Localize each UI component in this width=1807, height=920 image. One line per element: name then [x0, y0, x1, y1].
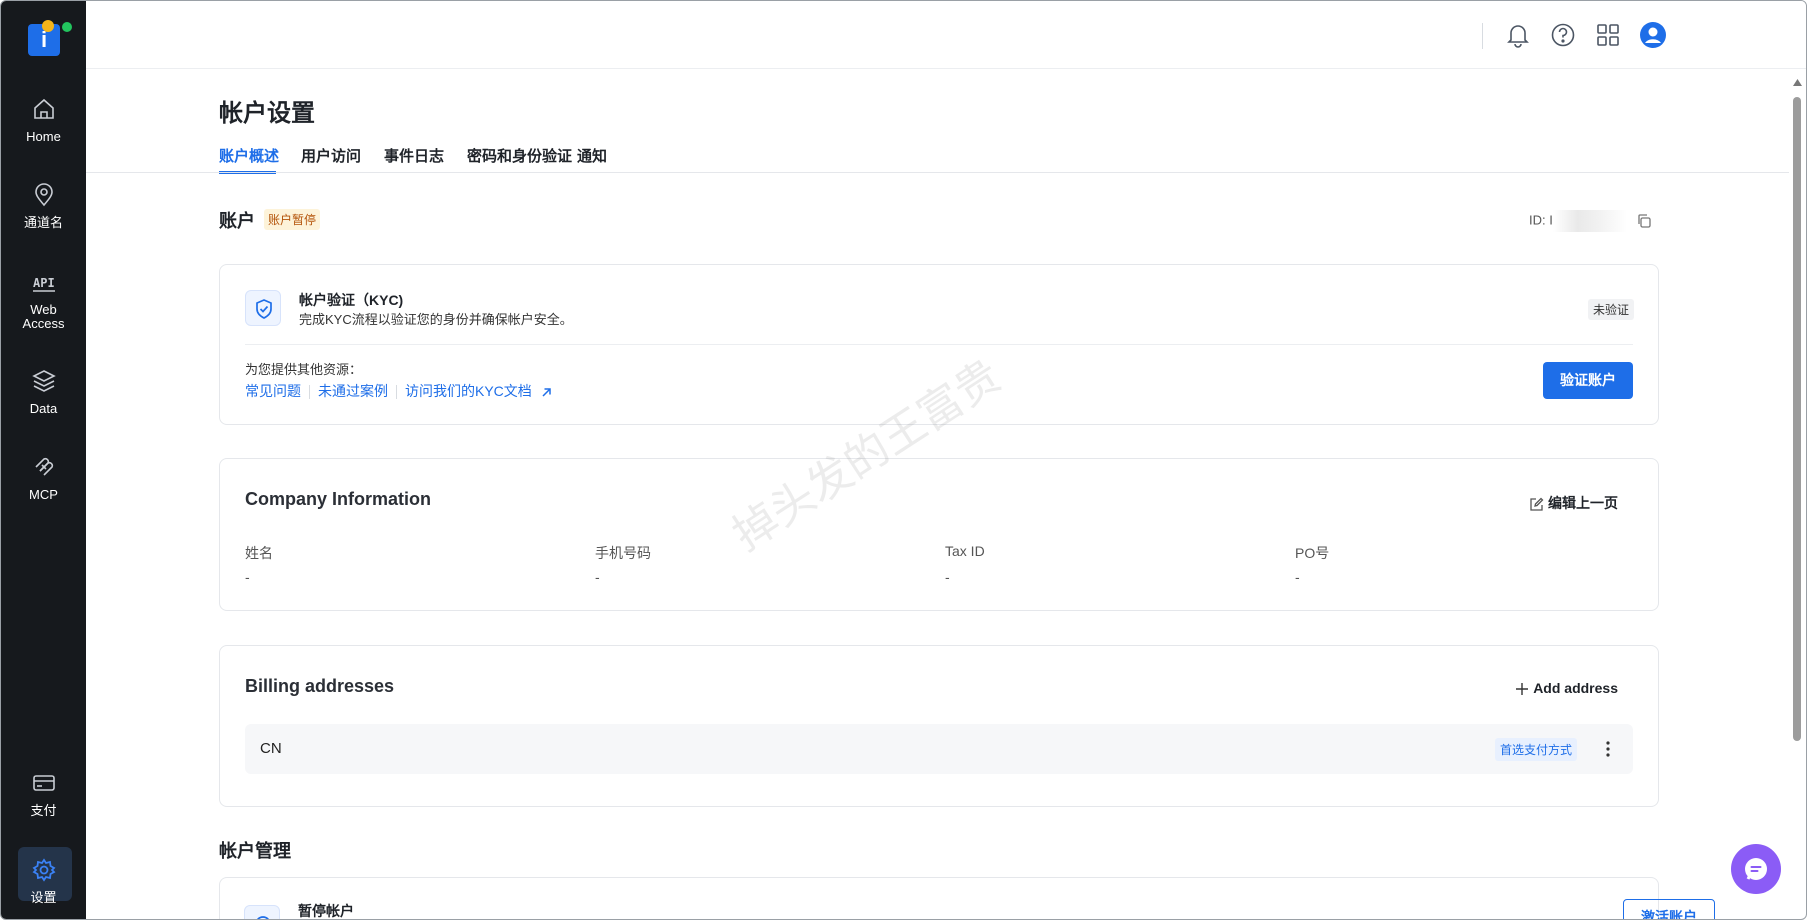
sidebar-item-settings[interactable]: 设置	[1, 847, 86, 905]
field-po-label: PO号	[1295, 545, 1330, 561]
kyc-docs-link[interactable]: 访问我们的KYC文档	[405, 381, 553, 401]
sidebar-item-label: Home	[26, 129, 61, 144]
mcp-icon	[34, 457, 53, 476]
tab-overview[interactable]: 账户概述	[219, 145, 279, 166]
chat-launcher[interactable]	[1731, 844, 1781, 894]
bell-icon[interactable]	[1504, 21, 1532, 49]
link-separator	[309, 385, 310, 400]
account-status-badge: 账户暂停	[264, 209, 321, 230]
resource-links: 常见问题 未通过案例 访问我们的KYC文档	[245, 381, 553, 401]
kyc-status-badge: 未验证	[1587, 299, 1634, 320]
add-address-button[interactable]: Add address	[1515, 680, 1618, 696]
copy-icon[interactable]	[1636, 213, 1652, 229]
sidebar-item-label: Web Access	[22, 302, 65, 331]
scroll-up-arrow-icon[interactable]	[1793, 79, 1802, 86]
home-icon	[33, 98, 54, 119]
field-name-value: -	[245, 569, 250, 585]
credit-card-icon	[32, 775, 55, 791]
pause-circle-icon	[256, 916, 270, 919]
page-title: 帐户设置	[219, 100, 315, 127]
api-icon: API	[32, 276, 55, 292]
user-avatar-icon[interactable]	[1639, 21, 1667, 49]
billing-card: Billing addresses Add address CN 首选支付方式	[219, 645, 1659, 807]
sidebar-item-label: 通道名	[23, 215, 63, 230]
chat-bubble-icon	[1745, 858, 1767, 880]
address-country: CN	[260, 740, 282, 757]
sidebar-item-channel[interactable]: 通道名	[1, 182, 86, 230]
sidebar-item-pay[interactable]: 支付	[1, 770, 86, 818]
sidebar-item-web-access[interactable]: API Web Access	[1, 269, 86, 331]
edit-button-label: 编辑上一页	[1548, 495, 1618, 511]
plus-icon	[1516, 683, 1529, 696]
edit-button[interactable]: 编辑上一页	[1529, 493, 1618, 513]
field-phone-value: -	[595, 569, 600, 585]
tab-user-access[interactable]: 用户访问	[301, 145, 361, 166]
suspend-account-title: 暂停帐户	[298, 903, 354, 919]
billing-title: Billing addresses	[245, 676, 395, 696]
sidebar-item-mcp[interactable]: MCP	[1, 454, 86, 502]
kyc-docs-link-label: 访问我们的KYC文档	[405, 383, 532, 399]
account-management-title: 帐户管理	[219, 841, 291, 861]
account-id-label: ID: I	[1529, 212, 1553, 228]
field-tax-id-value: -	[945, 569, 950, 585]
gear-icon	[32, 858, 55, 882]
sidebar-item-label: 支付	[30, 803, 57, 818]
account-section-title: 账户	[219, 211, 255, 231]
tab-event-log[interactable]: 事件日志	[384, 145, 444, 166]
sidebar-item-label: MCP	[29, 487, 58, 502]
failed-cases-link[interactable]: 未通过案例	[318, 381, 388, 401]
kyc-title: 帐户验证（KYC)	[299, 292, 404, 308]
edit-icon	[1530, 497, 1544, 511]
kyc-description: 完成KYC流程以验证您的身份并确保帐户安全。	[299, 312, 573, 327]
verify-account-button[interactable]: 验证账户	[1543, 362, 1633, 399]
apps-grid-icon[interactable]	[1594, 21, 1622, 49]
app-logo[interactable]: i	[28, 20, 72, 56]
activate-account-button[interactable]: 激活账户	[1623, 899, 1715, 919]
layers-icon	[31, 370, 56, 392]
field-phone-label: 手机号码	[595, 545, 651, 561]
tabs-divider	[86, 172, 1789, 173]
sidebar: i Home 通道名 API Web Access Data MCP 支付 设置	[1, 1, 86, 919]
status-dot-green	[62, 22, 72, 32]
kyc-divider	[245, 344, 1633, 345]
kyc-card: 帐户验证（KYC) 完成KYC流程以验证您的身份并确保帐户安全。 未验证 为您提…	[219, 264, 1659, 425]
sidebar-item-data[interactable]: Data	[1, 368, 86, 416]
account-management-card	[219, 877, 1659, 919]
scrollbar[interactable]	[1791, 75, 1805, 919]
more-options-icon[interactable]	[1605, 739, 1611, 759]
sidebar-item-home[interactable]: Home	[1, 96, 86, 144]
account-id: ID: I	[1529, 210, 1652, 232]
scrollbar-thumb[interactable]	[1793, 97, 1801, 741]
location-pin-icon	[34, 183, 53, 207]
kyc-shield-badge	[245, 290, 281, 326]
add-address-label: Add address	[1533, 680, 1618, 696]
field-name-label: 姓名	[245, 545, 273, 561]
suspend-badge	[244, 905, 280, 919]
external-link-icon	[542, 388, 551, 397]
resources-title: 为您提供其他资源：	[245, 362, 363, 377]
topbar-divider	[1482, 23, 1483, 49]
sidebar-item-label: Data	[29, 401, 58, 416]
svg-text:API: API	[33, 276, 55, 290]
tab-notifications[interactable]: 通知	[577, 145, 607, 166]
faq-link[interactable]: 常见问题	[245, 381, 301, 401]
tab-password-auth[interactable]: 密码和身份验证	[467, 145, 572, 166]
main-content: 帐户设置 账户概述 用户访问 事件日志 密码和身份验证 通知 账户 账户暂停 I…	[86, 69, 1806, 919]
field-po-value: -	[1295, 569, 1300, 585]
logo-dot-yellow	[42, 20, 54, 32]
help-icon[interactable]	[1549, 21, 1577, 49]
preferred-payment-badge: 首选支付方式	[1494, 738, 1577, 761]
link-separator	[396, 385, 397, 400]
field-tax-id-label: Tax ID	[945, 543, 985, 559]
shield-check-icon	[256, 299, 272, 319]
sidebar-item-label: 设置	[30, 890, 57, 905]
company-info-title: Company Information	[245, 489, 432, 509]
top-bar	[86, 1, 1806, 69]
address-row[interactable]: CN 首选支付方式	[245, 724, 1633, 774]
company-info-card: Company Information 编辑上一页 姓名 - 手机号码 - Ta…	[219, 458, 1659, 611]
app-window: i Home 通道名 API Web Access Data MCP 支付 设置…	[0, 0, 1807, 920]
account-id-masked	[1552, 210, 1627, 232]
